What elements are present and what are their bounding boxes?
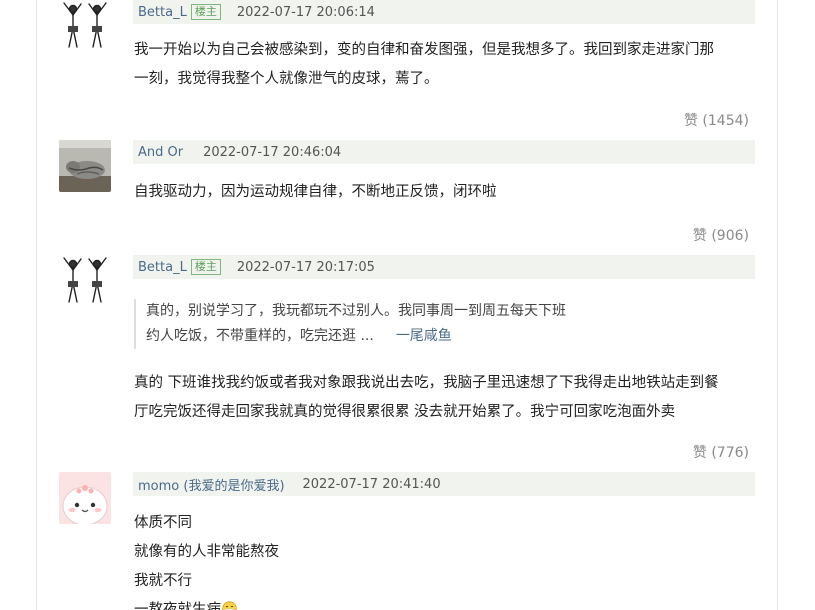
- avatar-cat-photo[interactable]: [59, 140, 111, 192]
- avatar-cartoon-figures[interactable]: [59, 255, 111, 307]
- comment-body: 体质不同 就像有的人非常能熬夜 我就不行 一熬夜就生病: [134, 509, 756, 610]
- frame-border-right: [777, 0, 778, 610]
- avatar-cartoon-face[interactable]: [59, 472, 111, 524]
- comment-line: 我一开始以为自己会被感染到，变的自律和奋发图强，但是我想多了。我回到家走进家门那: [134, 42, 714, 58]
- avatar-image: [59, 472, 111, 524]
- quote-text: 约人吃饭，不带重样的，吃完还逛 ...: [146, 328, 374, 344]
- comment-meta-bar: momo (我爱的是你爱我) 2022-07-17 20:41:40: [133, 472, 755, 496]
- post-timestamp: 2022-07-17 20:41:40: [302, 476, 441, 492]
- like-button[interactable]: 赞 (1454): [684, 110, 749, 130]
- comment-line: 就像有的人非常能熬夜: [134, 544, 279, 560]
- username-link[interactable]: And Or: [138, 145, 183, 160]
- comment-line: 体质不同: [134, 515, 192, 531]
- quote-line: 真的，别说学习了，我玩都玩不过别人。我同事周一到周五每天下班: [146, 303, 566, 319]
- like-button[interactable]: 赞 (906): [693, 225, 749, 245]
- comment-line: 我就不行: [134, 573, 192, 589]
- avatar-cartoon-figures[interactable]: [59, 0, 111, 52]
- avatar-image: [59, 0, 111, 52]
- comment-line-text: 一熬夜就生病: [134, 602, 221, 610]
- comment-body: 真的 下班谁找我约饭或者我对象跟我说出去吃，我脑子里迅速想了下我得走出地铁站走到…: [134, 369, 756, 427]
- comment-meta-bar: And Or 2022-07-17 20:46:04: [133, 140, 755, 164]
- comment-line: 自我驱动力，因为运动规律自律，不断地正反馈，闭环啦: [134, 184, 497, 200]
- op-badge: 楼主: [190, 4, 221, 20]
- like-button[interactable]: 赞 (776): [693, 442, 749, 462]
- frame-border-left: [36, 0, 37, 610]
- post-timestamp: 2022-07-17 20:46:04: [203, 144, 342, 160]
- username-link[interactable]: momo (我爱的是你爱我): [138, 475, 285, 494]
- post-timestamp: 2022-07-17 20:17:05: [236, 259, 375, 275]
- comment-line: 厅吃完饭还得走回家我就真的觉得很累很累 没去就开始累了。我宁可回家吃泡面外卖: [134, 404, 676, 420]
- comment-body: 自我驱动力，因为运动规律自律，不断地正反馈，闭环啦: [134, 178, 756, 207]
- comment-page: Betta_L 楼主 2022-07-17 20:06:14 我一开始以为自己会…: [0, 0, 815, 610]
- comment-line: 一刻，我觉得我整个人就像泄气的皮球，蔫了。: [134, 71, 439, 87]
- op-badge: 楼主: [190, 259, 221, 275]
- avatar-image: [59, 140, 111, 192]
- post-timestamp: 2022-07-17 20:06:14: [236, 4, 375, 20]
- quote-line: 约人吃饭，不带重样的，吃完还逛 ... 一尾咸鱼: [146, 324, 706, 349]
- comment-meta-bar: Betta_L 楼主 2022-07-17 20:17:05: [133, 255, 755, 279]
- avatar-image: [59, 255, 111, 307]
- comment-line: 一熬夜就生病: [134, 596, 756, 610]
- comment-body: 我一开始以为自己会被感染到，变的自律和奋发图强，但是我想多了。我回到家走进家门那…: [134, 36, 756, 94]
- quote-author-link[interactable]: 一尾咸鱼: [396, 328, 452, 344]
- username-link[interactable]: Betta_L: [138, 5, 187, 20]
- username-link[interactable]: Betta_L: [138, 260, 187, 275]
- sick-face-emoji-icon: [222, 601, 237, 610]
- comment-meta-bar: Betta_L 楼主 2022-07-17 20:06:14: [133, 0, 755, 24]
- quoted-reply: 真的，别说学习了，我玩都玩不过别人。我同事周一到周五每天下班 约人吃饭，不带重样…: [134, 299, 706, 349]
- comment-line: 真的 下班谁找我约饭或者我对象跟我说出去吃，我脑子里迅速想了下我得走出地铁站走到…: [134, 375, 719, 391]
